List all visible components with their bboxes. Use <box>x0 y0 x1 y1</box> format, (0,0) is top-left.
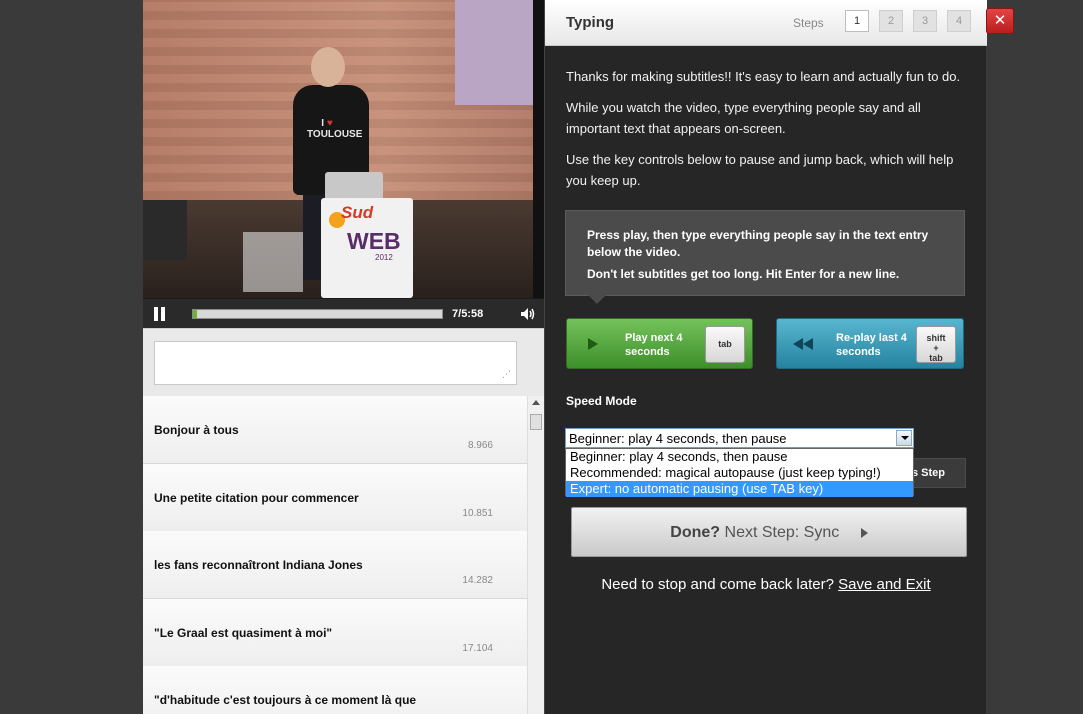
intro-paragraph: Thanks for making subtitles!! It's easy … <box>566 69 961 84</box>
subtitle-time: 17.104 <box>462 643 493 654</box>
panel-header: Typing Steps 1 2 3 4 <box>545 0 987 46</box>
typing-panel: Typing Steps 1 2 3 4 Thanks for making s… <box>544 0 987 714</box>
speed-option-recommended[interactable]: Recommended: magical autopause (just kee… <box>566 465 913 481</box>
replay-button[interactable]: Re-play last 4 seconds shift + tab <box>776 318 964 369</box>
subtitle-item[interactable]: "Le Graal est quasiment à moi" 17.104 <box>143 599 527 667</box>
podium-logo-web: WEB <box>347 228 401 254</box>
speed-mode-select[interactable]: Beginner: play 4 seconds, then pause <box>565 428 914 448</box>
shift-tab-key-icon: shift + tab <box>916 326 956 363</box>
step-4[interactable]: 4 <box>947 10 971 32</box>
speaker-head <box>311 47 345 87</box>
play-icon <box>588 338 598 350</box>
scroll-thumb[interactable] <box>530 414 542 430</box>
close-button[interactable]: ✕ <box>986 8 1014 34</box>
subtitle-text: Une petite citation pour commencer <box>154 491 359 505</box>
video-column: I ♥ TOULOUSE Sud WEB 2012 7/5:58 ⋰ Bonjou… <box>143 0 544 714</box>
time-readout: 7/5:58 <box>452 308 484 320</box>
subtitle-text: "Le Graal est quasiment à moi" <box>154 626 333 640</box>
subtitle-scrollbar[interactable] <box>527 396 544 714</box>
intro-paragraph: Use the key controls below to pause and … <box>566 152 954 188</box>
speed-option-beginner[interactable]: Beginner: play 4 seconds, then pause <box>566 449 913 465</box>
speed-mode-label: Speed Mode <box>566 394 637 408</box>
tab-key-text: tab <box>929 353 943 363</box>
pause-button[interactable] <box>153 307 167 321</box>
steps-label: Steps <box>793 16 824 30</box>
step-2[interactable]: 2 <box>879 10 903 32</box>
plus-key-text: + <box>933 343 939 353</box>
podium-logo-sud: Sud <box>341 203 374 222</box>
tip-box: Press play, then type everything people … <box>565 210 965 304</box>
chevron-down-icon[interactable] <box>896 430 912 446</box>
shift-key-text: shift <box>926 333 946 343</box>
step-1[interactable]: 1 <box>845 10 869 32</box>
duration: 5:58 <box>461 308 484 320</box>
subtitle-text-entry[interactable] <box>154 341 517 385</box>
tab-key-icon: tab <box>705 326 745 363</box>
video-railing <box>243 232 303 292</box>
replay-label: Re-play last 4 seconds <box>836 332 907 358</box>
subtitle-item[interactable]: Bonjour à tous 8.966 <box>143 396 527 464</box>
podium-logo-year: 2012 <box>375 253 393 262</box>
save-prompt: Need to stop and come back later? Save a… <box>545 576 987 593</box>
video-desk <box>143 200 187 260</box>
current-time: 7 <box>452 308 459 320</box>
done-label: Next Step: Sync <box>724 524 840 541</box>
save-prompt-text: Need to stop and come back later? <box>601 576 834 593</box>
video-edge <box>533 0 544 298</box>
play-next-label: Play next 4 seconds <box>625 332 683 358</box>
save-and-exit-link[interactable]: Save and Exit <box>838 576 931 593</box>
subtitle-time: 14.282 <box>462 575 493 586</box>
subtitle-item[interactable]: les fans reconnaîtront Indiana Jones 14.… <box>143 531 527 599</box>
arrow-right-icon <box>860 527 868 538</box>
tip-line: Press play, then type everything people … <box>587 228 929 259</box>
subtitle-item[interactable]: "d'habitude c'est toujours à ce moment l… <box>143 666 527 714</box>
subtitle-text: les fans reconnaîtront Indiana Jones <box>154 558 363 572</box>
video-projection-screen <box>455 0 544 105</box>
laptop <box>325 172 383 200</box>
speed-mode-options: Beginner: play 4 seconds, then pause Rec… <box>565 448 914 497</box>
shirt-city: TOULOUSE <box>307 129 363 140</box>
speed-select-value: Beginner: play 4 seconds, then pause <box>569 431 787 446</box>
subtitle-item[interactable]: Une petite citation pour commencer 10.85… <box>143 464 527 532</box>
subtitle-list: Bonjour à tous 8.966 Une petite citation… <box>143 396 544 714</box>
shirt-text: I ♥ TOULOUSE <box>307 118 363 140</box>
resize-grip-icon[interactable]: ⋰ <box>502 369 512 379</box>
done-next-step-sync-button[interactable]: Done? Next Step: Sync <box>571 507 967 557</box>
video-controls: 7/5:58 <box>143 298 544 328</box>
video-player[interactable]: I ♥ TOULOUSE Sud WEB 2012 <box>143 0 544 298</box>
rewind-icon <box>793 338 817 350</box>
subtitle-text: Bonjour à tous <box>154 423 239 437</box>
subtitle-time: 8.966 <box>467 440 493 451</box>
step-3[interactable]: 3 <box>913 10 937 32</box>
intro-paragraph: While you watch the video, type everythi… <box>566 100 921 136</box>
text-entry-area: ⋰ <box>143 328 544 396</box>
volume-icon[interactable] <box>520 307 536 321</box>
speed-option-expert[interactable]: Expert: no automatic pausing (use TAB ke… <box>566 481 913 497</box>
progress-fill <box>193 310 197 318</box>
done-bold-label: Done? <box>670 524 721 541</box>
subtitle-time: 10.851 <box>462 508 493 519</box>
progress-bar[interactable] <box>192 309 443 319</box>
subtitle-text: "d'habitude c'est toujours à ce moment l… <box>154 693 417 707</box>
play-next-button[interactable]: Play next 4 seconds tab <box>566 318 753 369</box>
scroll-up-icon[interactable] <box>532 400 540 405</box>
panel-title: Typing <box>566 14 615 31</box>
tip-line: Don't let subtitles get too long. Hit En… <box>587 267 900 281</box>
heart-icon: ♥ <box>326 118 333 129</box>
